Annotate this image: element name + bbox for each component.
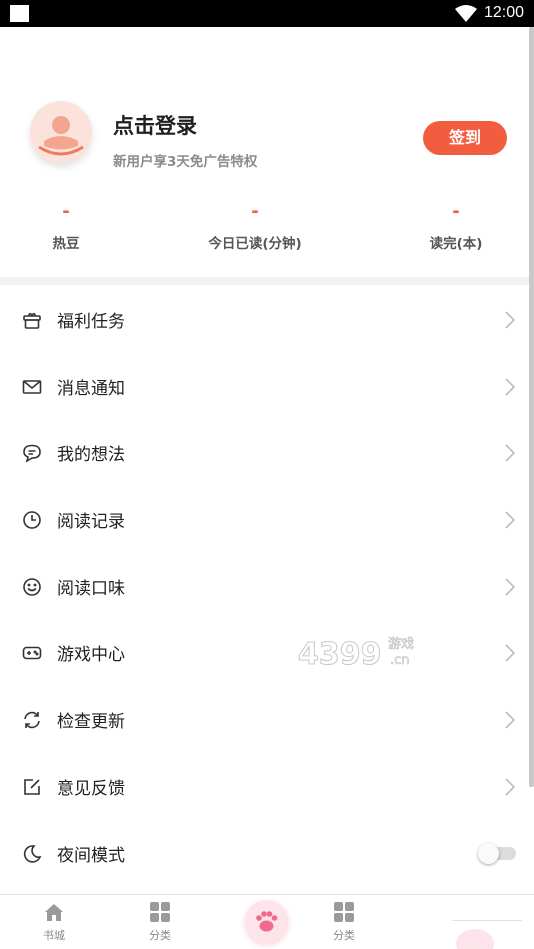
chevron-right-icon: [505, 444, 515, 462]
menu-item-label: 游戏中心: [57, 645, 125, 666]
chevron-right-icon: [505, 511, 515, 529]
nav-label: 分类: [149, 929, 171, 942]
menu-item-label: 夜间模式: [57, 845, 125, 866]
nav-label: 书城: [43, 929, 65, 942]
signin-button[interactable]: 签到: [423, 121, 507, 155]
menu-item-label: 福利任务: [57, 312, 125, 332]
menu-item-night-mode: 夜间模式: [0, 820, 529, 887]
login-title[interactable]: 点击登录: [113, 110, 197, 140]
chevron-right-icon: [505, 311, 515, 329]
menu-item-my-thoughts[interactable]: 我的想法: [0, 419, 529, 486]
night-mode-toggle[interactable]: [478, 842, 518, 864]
watermark-domain: .cn: [390, 653, 410, 668]
chevron-right-icon: [505, 378, 515, 396]
nav-item-category-2[interactable]: 分类: [314, 901, 374, 943]
menu-item-game-center[interactable]: 游戏中心: [0, 619, 529, 686]
notification-icon: [10, 5, 29, 22]
nav-item-bookstore[interactable]: 书城: [24, 901, 84, 943]
stat-today-read[interactable]: - 今日已读(分钟): [189, 200, 321, 252]
menu-item-reading-taste[interactable]: 阅读口味: [0, 553, 529, 620]
chevron-right-icon: [505, 778, 515, 796]
chevron-right-icon: [505, 644, 515, 663]
user-avatar-icon: [38, 116, 84, 156]
comment-icon: [23, 445, 41, 464]
chevron-right-icon: [505, 711, 515, 729]
section-divider: [0, 277, 529, 285]
status-time: 12:00: [483, 4, 524, 21]
grid-icon: [334, 902, 354, 922]
watermark-suffix: 游戏: [388, 637, 414, 652]
settings-menu: 福利任务 消息通知 我的想法 阅读记录 阅读口味 游戏中心 检查更新 意见反馈 …: [0, 286, 529, 886]
menu-item-label: 我的想法: [57, 445, 125, 466]
refresh-icon: [24, 711, 40, 729]
menu-item-check-update[interactable]: 检查更新: [0, 686, 529, 753]
stat-value: -: [452, 201, 460, 222]
stat-hot-beans[interactable]: - 热豆: [36, 200, 96, 252]
watermark-logo: 4399 游戏 .cn: [298, 637, 414, 673]
mail-icon: [22, 379, 42, 394]
gamepad-icon: [22, 647, 42, 660]
smile-icon: [23, 577, 41, 596]
edit-icon: [24, 779, 40, 795]
login-subtitle: 新用户享3天免广告特权: [113, 154, 258, 170]
nav-item-category[interactable]: 分类: [130, 901, 190, 943]
toggle-knob: [478, 842, 499, 864]
overlay-stub: [452, 920, 522, 949]
home-icon: [45, 904, 63, 921]
stat-label: 读完(本): [429, 236, 483, 252]
moon-icon: [23, 844, 42, 863]
chevron-right-icon: [505, 578, 515, 596]
gift-icon: [23, 312, 41, 329]
clock-icon: [23, 511, 41, 529]
avatar[interactable]: [30, 101, 92, 163]
grid-icon: [150, 902, 170, 922]
stat-label: 热豆: [52, 236, 80, 252]
menu-item-label: 检查更新: [57, 712, 125, 733]
stat-finished-books[interactable]: - 读完(本): [416, 200, 496, 252]
watermark-main: 4399: [298, 637, 382, 672]
menu-item-welfare-tasks[interactable]: 福利任务: [0, 286, 529, 353]
menu-item-label: 阅读记录: [57, 512, 125, 533]
menu-item-feedback[interactable]: 意见反馈: [0, 753, 529, 820]
stat-value: -: [62, 201, 70, 222]
overlay-blob: [456, 929, 494, 949]
status-bar: 12:00: [0, 0, 534, 27]
menu-item-notifications[interactable]: 消息通知: [0, 353, 529, 420]
stat-value: -: [251, 201, 259, 222]
menu-item-label: 意见反馈: [57, 778, 125, 799]
menu-item-reading-history[interactable]: 阅读记录: [0, 486, 529, 553]
menu-item-label: 阅读口味: [57, 578, 125, 599]
paw-icon: [256, 911, 278, 932]
scrollbar[interactable]: [529, 27, 534, 787]
nav-label: 分类: [333, 929, 355, 942]
menu-item-label: 消息通知: [57, 378, 125, 399]
stat-label: 今日已读(分钟): [208, 236, 302, 252]
wifi-icon: [455, 5, 477, 22]
center-paw-button[interactable]: [245, 900, 288, 943]
